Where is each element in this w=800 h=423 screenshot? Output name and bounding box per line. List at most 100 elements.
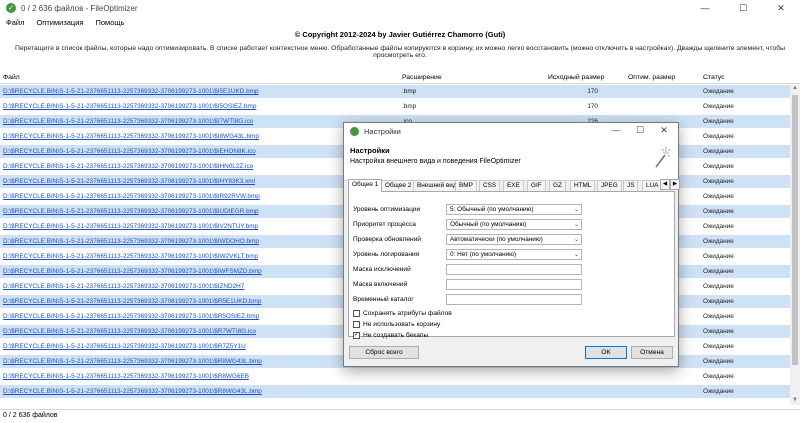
column-optimized-size[interactable]: Оптим. размер [628,74,675,81]
ok-button[interactable]: OK [585,346,627,359]
cell-file: D:\$RECYCLE.BIN\S-1-5-21-2376651113-2257… [3,208,259,215]
tab-general-1[interactable]: Общее 1 [348,179,383,192]
field-optimization-level: Уровень оптимизации 5: Обычный (по умолч… [353,204,673,216]
dialog-app-icon [350,127,359,136]
field-label: Маска исключений [353,266,411,273]
update-check-select[interactable]: Автоматически (по умолчанию) ⌄ [446,234,582,245]
cell-file: D:\$RECYCLE.BIN\S-1-5-21-2376651113-2257… [3,373,249,380]
scroll-down-icon[interactable]: ▼ [790,397,800,405]
app-logo-icon: ✓ [6,3,16,13]
maximize-icon[interactable]: ☐ [724,0,762,16]
cell-status: Ожидание [703,268,734,275]
include-mask-input[interactable] [446,279,582,290]
chevron-down-icon: ⌄ [573,222,579,228]
tab-scroll-arrows: ◀ ▶ [660,179,680,190]
close-icon[interactable]: ✕ [762,0,800,16]
table-row[interactable]: D:\$RECYCLE.BIN\S-1-5-21-2376651113-2257… [0,385,790,398]
table-row[interactable]: D:\$RECYCLE.BIN\S-1-5-21-2376651113-2257… [0,370,790,383]
cell-status: Ожидание [703,298,734,305]
cell-status: Ожидание [703,343,734,350]
tab-appearance[interactable]: Внешний вид [413,180,461,191]
cell-status: Ожидание [703,133,734,140]
title-bar: ✓ 0 / 2 636 файлов - FileOptimizer — ☐ ✕ [0,0,800,16]
checkbox-box[interactable] [353,321,360,328]
tab-css[interactable]: CSS [479,180,501,191]
field-label: Маска включений [353,281,408,288]
column-status[interactable]: Статус [703,74,725,81]
reset-all-button[interactable]: Сброс всего [349,346,419,359]
settings-tabs: Общее 1 Общее 2 Внешний вид BMP CSS EXE … [348,179,680,192]
cell-file: D:\$RECYCLE.BIN\S-1-5-21-2376651113-2257… [3,283,245,290]
field-log-level: Уровень логирования 0: Нет (по умолчанию… [353,249,673,261]
menu-bar: Файл Оптимизация Помощь [0,16,800,28]
table-row[interactable]: D:\$RECYCLE.BIN\S-1-5-21-2376651113-2257… [0,85,790,98]
tab-html[interactable]: HTML [570,180,596,191]
checkbox-box[interactable] [353,310,360,317]
scroll-thumb[interactable] [792,95,798,365]
cell-file: D:\$RECYCLE.BIN\S-1-5-21-2376651113-2257… [3,118,254,125]
dialog-maximize-icon[interactable]: ☐ [628,125,652,139]
cell-status: Ожидание [703,313,734,320]
dialog-header-subtitle: Настройка внешнего вида и поведения File… [350,158,521,165]
table-row[interactable]: D:\$RECYCLE.BIN\S-1-5-21-2376651113-2257… [0,100,790,113]
tab-general-2[interactable]: Общее 2 [381,180,416,191]
hint-text: Перетащите в список файлы, которые надо … [14,45,786,59]
cell-size: 170 [587,103,598,110]
cell-ext: .bmp [402,103,417,110]
cell-file: D:\$RECYCLE.BIN\S-1-5-21-2376651113-2257… [3,298,262,305]
no-backups-checkbox[interactable]: ✓ Не создавать бекапы [353,331,553,341]
cell-status: Ожидание [703,328,734,335]
dialog-minimize-icon[interactable]: — [604,125,628,139]
cell-file: D:\$RECYCLE.BIN\S-1-5-21-2376651113-2257… [3,133,259,140]
column-extension[interactable]: Расширение [402,74,442,81]
tab-gz[interactable]: GZ [549,180,566,191]
cell-file: D:\$RECYCLE.BIN\S-1-5-21-2376651113-2257… [3,103,257,110]
select-value: 0: Нет (по умолчанию) [450,251,517,258]
cell-status: Ожидание [703,163,734,170]
scroll-up-icon[interactable]: ▲ [790,85,800,93]
checkmark-icon[interactable]: ✓ [353,332,360,339]
menu-help[interactable]: Помощь [95,18,124,27]
tab-jpeg[interactable]: JPEG [597,180,622,191]
menu-optimize[interactable]: Оптимизация [36,18,83,27]
dialog-header: Настройки Настройка внешнего вида и пове… [344,141,678,181]
temp-dir-input[interactable] [446,294,582,305]
column-original-size[interactable]: Исходный размер [548,74,604,81]
window-title: 0 / 2 636 файлов - FileOptimizer [21,3,138,13]
cell-file: D:\$RECYCLE.BIN\S-1-5-21-2376651113-2257… [3,328,257,335]
dialog-title: Настройки [364,127,401,136]
cell-size: 170 [587,88,598,95]
cancel-button[interactable]: Отмена [631,346,673,359]
cell-file: D:\$RECYCLE.BIN\S-1-5-21-2376651113-2257… [3,268,262,275]
log-level-select[interactable]: 0: Нет (по умолчанию) ⌄ [446,249,582,260]
column-file[interactable]: Файл [3,74,20,81]
keep-attributes-checkbox[interactable]: Сохранять атрибуты файлов [353,309,553,319]
tab-js[interactable]: JS [623,180,639,191]
checkbox-label: Не использовать корзину [363,321,441,328]
select-value: Автоматически (по умолчанию) [450,236,543,243]
tab-bmp[interactable]: BMP [455,180,477,191]
tab-right-icon[interactable]: ▶ [670,179,680,190]
cell-status: Ожидание [703,358,734,365]
cell-ext: .bmp [402,88,417,95]
list-scrollbar[interactable]: ▲ ▼ [790,85,800,405]
field-label: Приоритет процесса [353,221,416,228]
minimize-icon[interactable]: — [686,0,724,16]
field-label: Уровень логирования [353,251,420,258]
no-recycle-bin-checkbox[interactable]: Не использовать корзину [353,320,553,330]
menu-file[interactable]: Файл [6,18,24,27]
exclude-mask-input[interactable] [446,264,582,275]
cell-status: Ожидание [703,208,734,215]
cell-file: D:\$RECYCLE.BIN\S-1-5-21-2376651113-2257… [3,253,259,260]
cell-file: D:\$RECYCLE.BIN\S-1-5-21-2376651113-2257… [3,88,259,95]
chevron-down-icon: ⌄ [573,207,579,213]
tab-gif[interactable]: GIF [527,180,546,191]
cell-file: D:\$RECYCLE.BIN\S-1-5-21-2376651113-2257… [3,238,259,245]
optimization-level-select[interactable]: 5: Обычный (по умолчанию) ⌄ [446,204,582,215]
tab-left-icon[interactable]: ◀ [660,179,670,190]
process-priority-select[interactable]: Обычный (по умолчанию) ⌄ [446,219,582,230]
tab-exe[interactable]: EXE [503,180,524,191]
dialog-close-icon[interactable]: ✕ [652,125,676,139]
field-exclude-mask: Маска исключений [353,264,673,276]
select-value: 5: Обычный (по умолчанию) [450,206,534,213]
